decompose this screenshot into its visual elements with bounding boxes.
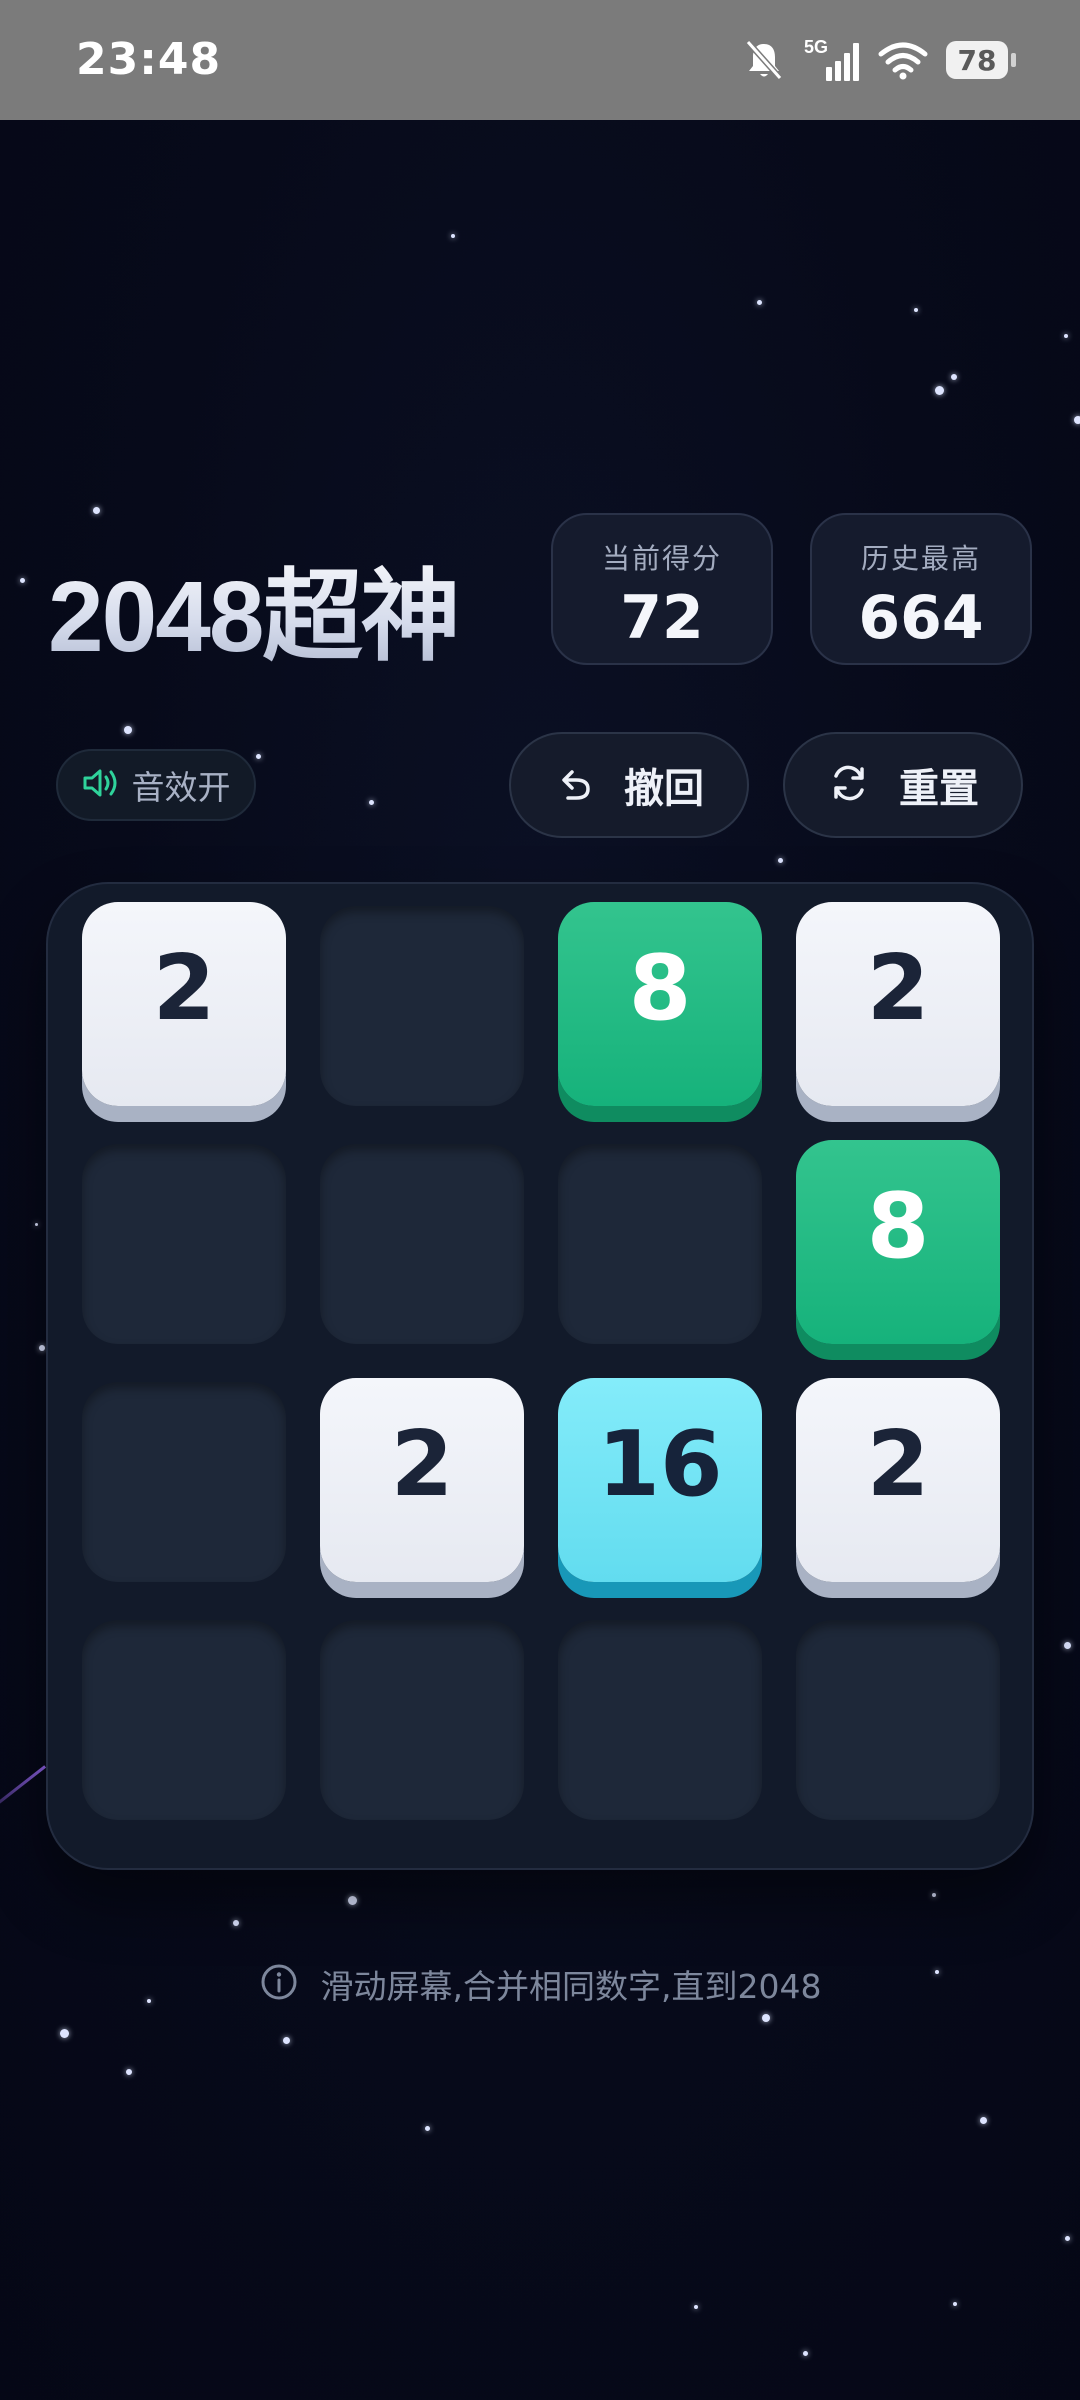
star bbox=[348, 1896, 357, 1905]
tile-2: 2 bbox=[796, 1378, 1000, 1582]
star bbox=[762, 2014, 770, 2022]
reset-button[interactable]: 重置 bbox=[783, 732, 1023, 838]
game-board[interactable]: 2 8 2 8 2 16 2 bbox=[46, 882, 1034, 1870]
tile-value: 2 bbox=[152, 936, 216, 1041]
best-score-box: 历史最高 664 bbox=[810, 513, 1032, 665]
tile-value: 8 bbox=[866, 1174, 930, 1279]
status-icons: 5G 78 bbox=[744, 30, 1016, 90]
tile-value: 2 bbox=[390, 1412, 454, 1517]
network-label: 5G bbox=[804, 37, 828, 57]
star bbox=[932, 1893, 936, 1897]
star bbox=[451, 234, 455, 238]
board-cell bbox=[82, 1620, 286, 1820]
shooting-star bbox=[0, 1765, 47, 1811]
best-score-value: 664 bbox=[858, 583, 984, 653]
game-title: 2048超神 bbox=[48, 535, 460, 680]
tile-value: 16 bbox=[597, 1412, 723, 1517]
board-cell bbox=[320, 1144, 524, 1344]
board-cell bbox=[558, 1144, 762, 1344]
star bbox=[778, 858, 783, 863]
battery-level: 78 bbox=[957, 43, 997, 77]
tile-16: 16 bbox=[558, 1378, 762, 1582]
refresh-icon bbox=[827, 761, 871, 809]
tile-2: 2 bbox=[82, 902, 286, 1106]
hint-row: 滑动屏幕,合并相同数字,直到2048 bbox=[0, 1960, 1080, 2008]
star bbox=[1065, 2236, 1070, 2241]
star bbox=[980, 2117, 987, 2124]
star bbox=[35, 1223, 38, 1226]
star bbox=[935, 386, 944, 395]
star bbox=[369, 800, 374, 805]
board-cell bbox=[796, 1620, 1000, 1820]
board-cell bbox=[320, 1620, 524, 1820]
undo-button[interactable]: 撤回 bbox=[509, 732, 749, 838]
info-icon bbox=[259, 1962, 299, 2006]
speaker-icon bbox=[82, 766, 122, 804]
undo-icon bbox=[554, 762, 596, 808]
star bbox=[60, 2029, 69, 2038]
best-score-label: 历史最高 bbox=[860, 542, 981, 575]
wifi-icon bbox=[878, 40, 928, 80]
star bbox=[126, 2069, 132, 2075]
star bbox=[914, 308, 918, 312]
sound-toggle-button[interactable]: 音效开 bbox=[56, 749, 256, 821]
star bbox=[124, 726, 132, 734]
battery-icon: 78 bbox=[946, 41, 1016, 79]
hint-text: 滑动屏幕,合并相同数字,直到2048 bbox=[320, 1967, 822, 2006]
star bbox=[1064, 1642, 1071, 1649]
current-score-box: 当前得分 72 bbox=[551, 513, 773, 665]
reset-label: 重置 bbox=[899, 766, 979, 812]
tile-value: 8 bbox=[628, 936, 692, 1041]
bell-muted-icon bbox=[744, 38, 784, 82]
tile-2: 2 bbox=[796, 902, 1000, 1106]
tile-value: 2 bbox=[866, 1412, 930, 1517]
star bbox=[1064, 334, 1068, 338]
star bbox=[425, 2126, 430, 2131]
tile-8: 8 bbox=[796, 1140, 1000, 1344]
undo-label: 撤回 bbox=[624, 766, 704, 812]
star bbox=[93, 507, 100, 514]
current-score-value: 72 bbox=[620, 583, 704, 653]
signal-icon: 5G bbox=[802, 37, 860, 83]
star bbox=[283, 2037, 290, 2044]
star bbox=[803, 2351, 808, 2356]
star bbox=[694, 2305, 698, 2309]
star bbox=[1074, 416, 1080, 424]
tile-8: 8 bbox=[558, 902, 762, 1106]
status-time: 23:48 bbox=[76, 34, 222, 85]
star bbox=[951, 374, 957, 380]
star bbox=[953, 2302, 957, 2306]
board-cell bbox=[82, 1144, 286, 1344]
star bbox=[233, 1920, 239, 1926]
sound-toggle-label: 音效开 bbox=[131, 768, 231, 807]
star bbox=[757, 300, 762, 305]
star bbox=[20, 578, 25, 583]
board-cell bbox=[82, 1382, 286, 1582]
status-bar: 23:48 5G 78 bbox=[0, 0, 1080, 120]
board-cell bbox=[558, 1620, 762, 1820]
star bbox=[39, 1345, 45, 1351]
current-score-label: 当前得分 bbox=[601, 542, 722, 575]
tile-2: 2 bbox=[320, 1378, 524, 1582]
tile-value: 2 bbox=[866, 936, 930, 1041]
board-cell bbox=[320, 906, 524, 1106]
star bbox=[256, 754, 261, 759]
